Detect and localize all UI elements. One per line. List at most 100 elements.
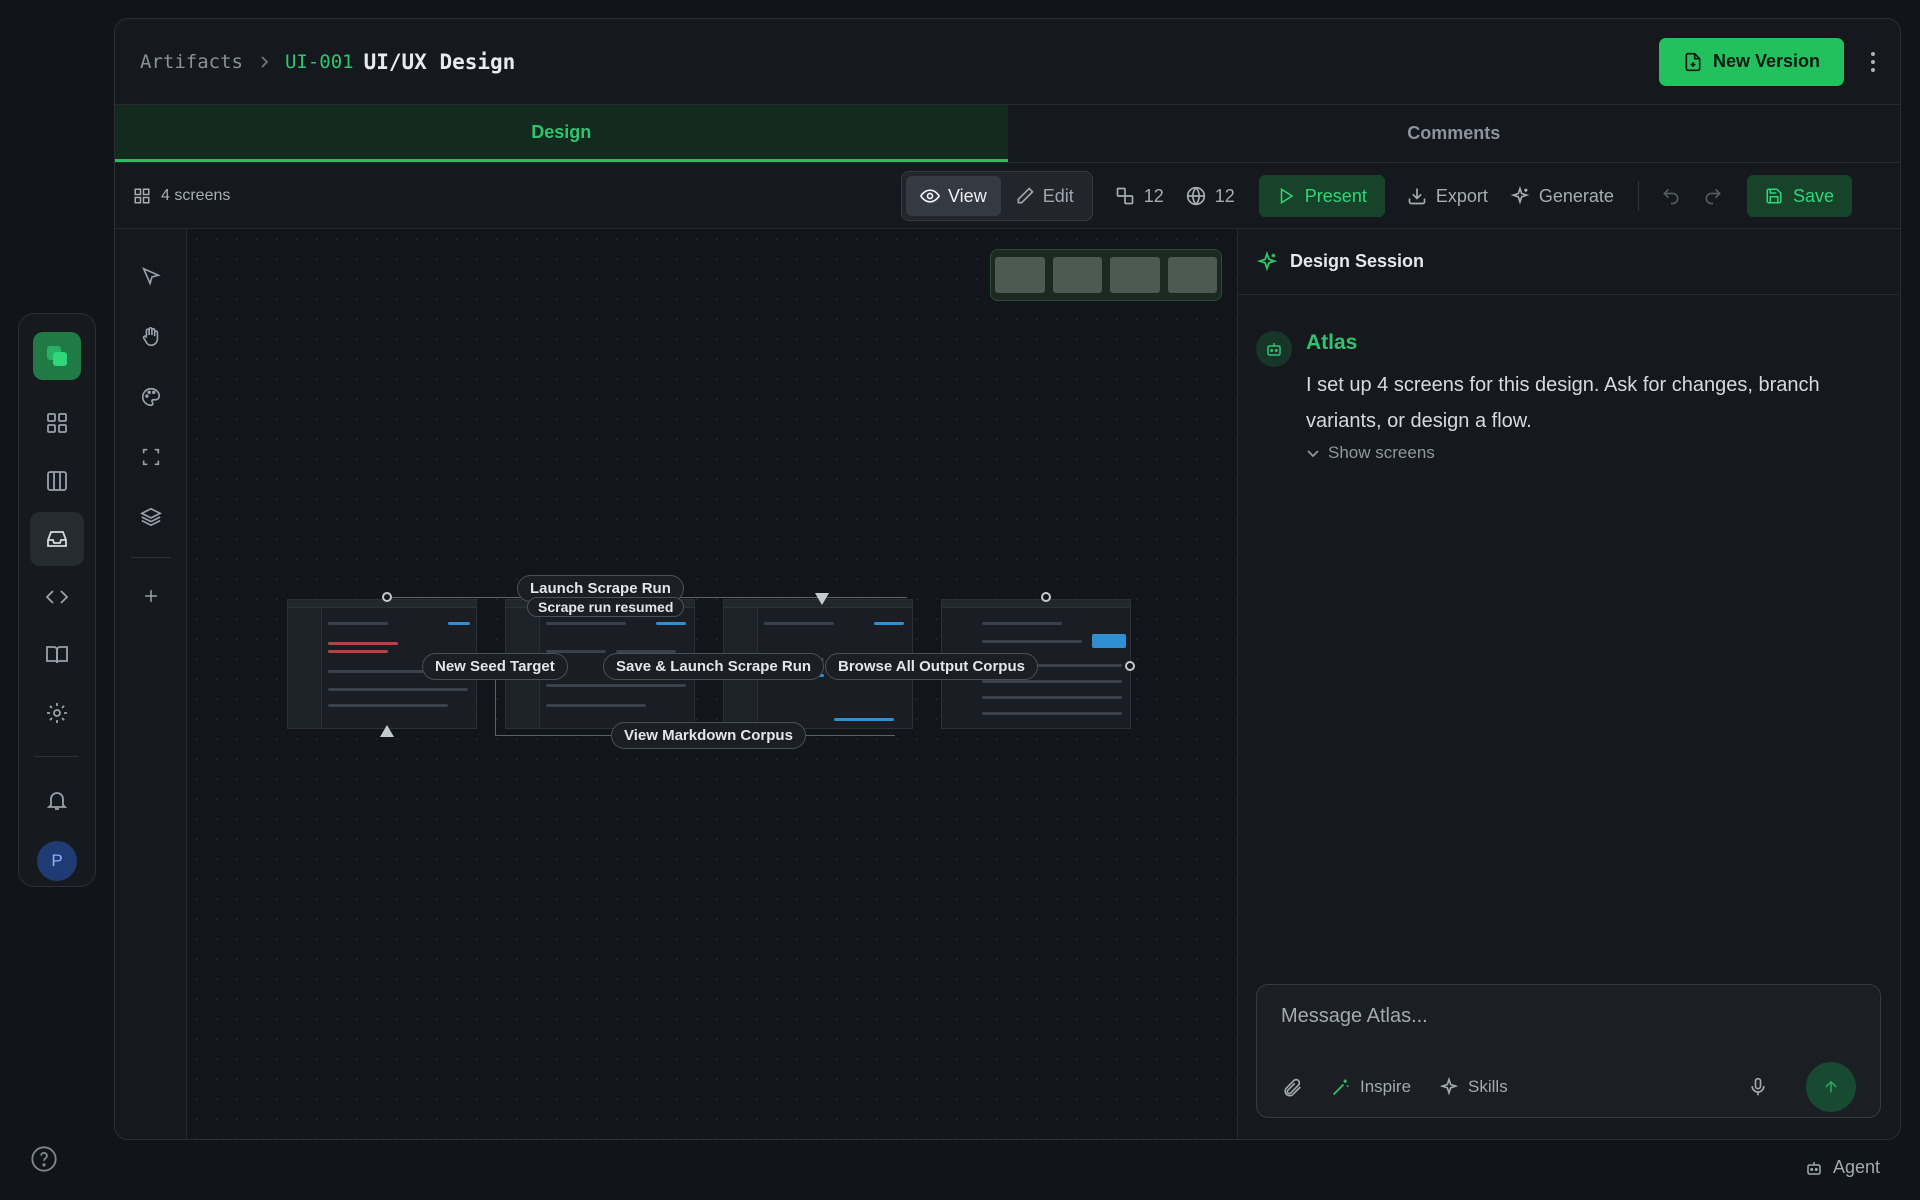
chat-message: Atlas I set up 4 screens for this design…	[1238, 295, 1899, 463]
bell-icon	[46, 792, 68, 810]
frame-tool-icon[interactable]	[131, 437, 171, 477]
save-icon	[1766, 188, 1782, 204]
flow-label[interactable]: Scrape run resumed	[527, 597, 685, 617]
chevron-right-icon	[257, 55, 271, 69]
agent-label: Agent	[1833, 1157, 1881, 1177]
arrow-down-icon	[815, 593, 829, 605]
minimap[interactable]	[990, 249, 1222, 301]
avatar[interactable]: P	[37, 841, 77, 881]
skills-button[interactable]: Skills	[1439, 1077, 1508, 1097]
code-icon	[45, 590, 69, 604]
rail-notifications[interactable]	[30, 773, 84, 827]
chevron-down-icon	[1307, 450, 1319, 458]
pointer-tool-icon[interactable]	[131, 257, 171, 297]
save-button[interactable]: Save	[1746, 175, 1852, 217]
edit-mode-label: Edit	[1042, 185, 1074, 206]
bot-icon	[1256, 331, 1292, 367]
layers-icon[interactable]	[131, 497, 171, 537]
design-canvas[interactable]: Launch Scrape Run Scrape run resumed New…	[187, 229, 1237, 1139]
rail-inbox[interactable]	[30, 512, 84, 566]
workspace: Launch Scrape Run Scrape run resumed New…	[115, 229, 1900, 1139]
canvas-tools	[115, 229, 187, 1139]
sparkles-icon	[1439, 1077, 1459, 1096]
inspire-button[interactable]: Inspire	[1331, 1077, 1411, 1097]
connector-handle[interactable]	[1041, 592, 1051, 602]
rail-code[interactable]	[30, 570, 84, 624]
generate-button[interactable]: Generate	[1510, 186, 1614, 207]
send-button[interactable]	[1806, 1062, 1856, 1112]
bot-message-text: I set up 4 screens for this design. Ask …	[1306, 374, 1820, 432]
components-icon	[1116, 187, 1134, 205]
arrow-up-icon	[380, 725, 394, 737]
breadcrumb-root[interactable]: Artifacts	[140, 51, 243, 73]
show-screens-toggle[interactable]: Show screens	[1306, 443, 1826, 463]
minimap-screen[interactable]	[1167, 257, 1217, 293]
help-icon[interactable]	[30, 1145, 58, 1173]
session-header: Design Session	[1238, 229, 1899, 295]
hand-tool-icon[interactable]	[131, 317, 171, 357]
undo-icon[interactable]	[1661, 186, 1681, 206]
download-icon	[1408, 188, 1426, 205]
message-input[interactable]: Message Atlas...	[1281, 1005, 1856, 1028]
attach-icon[interactable]	[1281, 1076, 1303, 1098]
microphone-icon[interactable]	[1748, 1077, 1768, 1097]
grid-icon	[47, 413, 67, 433]
rail-dashboard[interactable]	[30, 396, 84, 450]
minimap-screen[interactable]	[1052, 257, 1102, 293]
toolbar-divider	[1637, 181, 1639, 211]
edit-mode-button[interactable]: Edit	[1001, 176, 1088, 216]
agent-button[interactable]: Agent	[1805, 1157, 1880, 1178]
arrow-up-icon	[1825, 1080, 1837, 1093]
logo-icon	[47, 346, 67, 366]
session-title: Design Session	[1290, 251, 1425, 271]
doc-id: UI-001	[284, 50, 354, 73]
design-toolbar: 4 screens View Edit 12 12 Present Export…	[115, 163, 1900, 229]
connector-handle[interactable]	[382, 592, 392, 602]
add-icon[interactable]	[131, 576, 171, 616]
globe-count[interactable]: 12	[1186, 186, 1235, 207]
tools-divider	[130, 557, 171, 558]
file-plus-icon	[1685, 52, 1701, 71]
new-version-label: New Version	[1712, 51, 1820, 71]
rail-docs[interactable]	[30, 628, 84, 682]
connector-handle[interactable]	[1125, 661, 1135, 671]
rail-board[interactable]	[30, 454, 84, 508]
rail-settings[interactable]	[30, 686, 84, 740]
components-count-value: 12	[1143, 185, 1164, 206]
present-button[interactable]: Present	[1258, 175, 1385, 217]
components-count[interactable]: 12	[1115, 186, 1164, 207]
tab-comments[interactable]: Comments	[1008, 105, 1901, 162]
minimap-screen[interactable]	[995, 257, 1045, 293]
sparkles-icon	[1510, 186, 1530, 205]
view-mode-button[interactable]: View	[906, 176, 1001, 216]
artifact-header: Artifacts UI-001 UI/UX Design New Versio…	[115, 19, 1900, 105]
tab-design[interactable]: Design	[115, 105, 1008, 162]
show-screens-label: Show screens	[1328, 443, 1435, 462]
eye-icon	[920, 189, 940, 203]
minimap-screen[interactable]	[1110, 257, 1160, 293]
flow-label[interactable]: View Markdown Corpus	[611, 722, 806, 749]
view-tabs: Design Comments	[115, 105, 1900, 163]
rail-divider	[35, 756, 79, 757]
flow-label[interactable]: Browse All Output Corpus	[825, 653, 1038, 680]
gear-icon	[47, 703, 67, 723]
more-menu-icon[interactable]	[1870, 51, 1876, 73]
redo-icon[interactable]	[1703, 186, 1723, 206]
bot-icon	[1807, 1161, 1821, 1175]
book-icon	[46, 646, 68, 664]
present-label: Present	[1304, 185, 1367, 206]
inspire-label: Inspire	[1360, 1077, 1412, 1096]
grid-icon	[134, 188, 150, 203]
flow-label[interactable]: Save & Launch Scrape Run	[603, 653, 825, 680]
palette-icon[interactable]	[131, 377, 171, 417]
export-button[interactable]: Export	[1407, 186, 1488, 207]
app-logo[interactable]	[33, 332, 81, 380]
pencil-icon	[1017, 187, 1034, 204]
new-version-button[interactable]: New Version	[1658, 37, 1844, 86]
flow-label[interactable]: New Seed Target	[422, 653, 568, 680]
skills-label: Skills	[1468, 1077, 1508, 1096]
composer-toolbar: Inspire Skills	[1281, 1062, 1856, 1112]
play-icon	[1280, 187, 1294, 205]
app-rail: P	[18, 313, 96, 887]
wand-icon	[1332, 1079, 1349, 1096]
